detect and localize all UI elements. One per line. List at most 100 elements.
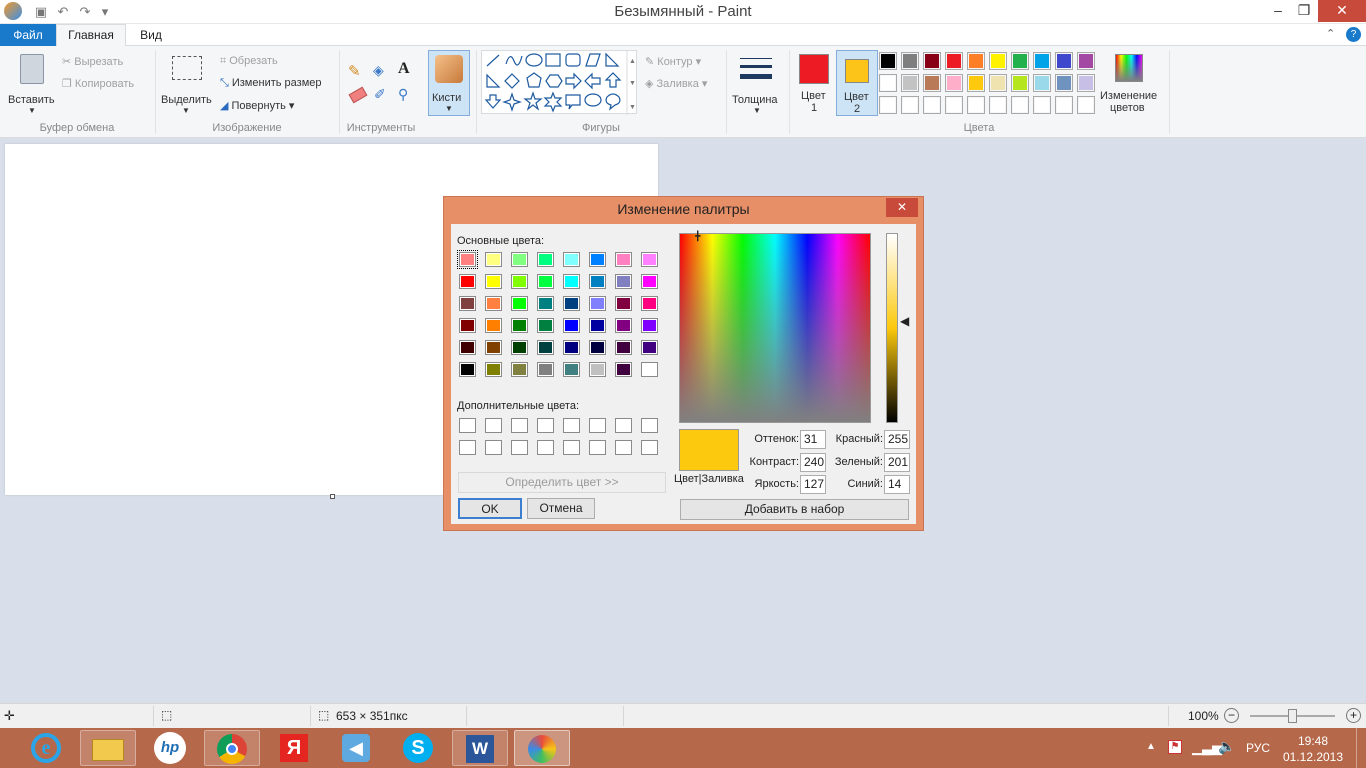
custom-color-swatch[interactable]: [641, 440, 658, 455]
basic-color-swatch[interactable]: [563, 340, 580, 355]
basic-color-swatch[interactable]: [537, 362, 554, 377]
basic-color-swatch[interactable]: [563, 274, 580, 289]
basic-color-swatch[interactable]: [459, 296, 476, 311]
custom-color-swatch[interactable]: [641, 418, 658, 433]
palette-swatch-empty[interactable]: [1077, 96, 1095, 114]
basic-color-swatch[interactable]: [537, 274, 554, 289]
custom-color-swatch[interactable]: [615, 440, 632, 455]
basic-color-swatch[interactable]: [511, 340, 528, 355]
canvas-resize-handle[interactable]: [330, 494, 335, 499]
basic-color-swatch[interactable]: [615, 252, 632, 267]
basic-color-swatch[interactable]: [589, 318, 606, 333]
language-indicator[interactable]: РУС: [1246, 741, 1270, 755]
palette-swatch-empty[interactable]: [1011, 96, 1029, 114]
palette-swatch[interactable]: [967, 74, 985, 92]
zoom-slider-thumb[interactable]: [1288, 709, 1297, 723]
basic-color-swatch[interactable]: [537, 296, 554, 311]
file-explorer-icon[interactable]: [80, 730, 136, 766]
palette-swatch[interactable]: [1033, 74, 1051, 92]
luminosity-arrow-icon[interactable]: ◀: [900, 314, 909, 328]
palette-swatch[interactable]: [879, 52, 897, 70]
palette-swatch[interactable]: [901, 52, 919, 70]
red-field[interactable]: 255: [884, 430, 910, 449]
close-button[interactable]: ✕: [1318, 0, 1366, 22]
custom-color-swatch[interactable]: [485, 418, 502, 433]
blue-field[interactable]: 14: [884, 475, 910, 494]
paste-button[interactable]: Вставить ▼: [8, 50, 56, 118]
brushes-button[interactable]: Кисти ▼: [428, 50, 470, 116]
custom-color-swatch[interactable]: [589, 440, 606, 455]
basic-color-swatch[interactable]: [459, 274, 476, 289]
custom-color-swatch[interactable]: [615, 418, 632, 433]
palette-swatch-empty[interactable]: [901, 96, 919, 114]
select-button[interactable]: Выделить ▼: [160, 50, 214, 118]
clock-time[interactable]: 19:48: [1282, 734, 1344, 748]
custom-color-swatch[interactable]: [563, 418, 580, 433]
basic-color-swatch[interactable]: [485, 296, 502, 311]
basic-color-swatch[interactable]: [641, 340, 658, 355]
resize-button[interactable]: ⤡ Изменить размер: [220, 77, 322, 90]
basic-color-swatch[interactable]: [589, 274, 606, 289]
custom-color-swatch[interactable]: [459, 418, 476, 433]
size-button[interactable]: Толщина ▼: [732, 50, 782, 116]
basic-color-swatch[interactable]: [485, 318, 502, 333]
volume-icon[interactable]: 🔈: [1218, 738, 1235, 755]
show-desktop-button[interactable]: [1356, 728, 1366, 768]
custom-color-swatch[interactable]: [511, 418, 528, 433]
zoom-out-button[interactable]: −: [1224, 708, 1239, 723]
eraser-icon[interactable]: [348, 86, 368, 104]
basic-color-swatch[interactable]: [511, 318, 528, 333]
add-to-custom-button[interactable]: Добавить в набор: [680, 499, 909, 520]
edit-colors-button[interactable]: Изменение цветов: [1100, 50, 1162, 116]
basic-color-swatch[interactable]: [615, 318, 632, 333]
fill-button[interactable]: ◈ Заливка ▾: [645, 77, 707, 90]
palette-swatch-empty[interactable]: [967, 96, 985, 114]
basic-color-swatch[interactable]: [615, 340, 632, 355]
basic-color-swatch[interactable]: [589, 296, 606, 311]
luminosity-slider[interactable]: [886, 233, 898, 423]
basic-color-swatch[interactable]: [457, 250, 478, 269]
outline-button[interactable]: ✎ Контур ▾: [645, 55, 701, 68]
ok-button[interactable]: OK: [458, 498, 522, 519]
custom-color-swatch[interactable]: [511, 440, 528, 455]
action-center-icon[interactable]: ⚑: [1168, 740, 1182, 754]
basic-color-swatch[interactable]: [485, 340, 502, 355]
basic-color-swatch[interactable]: [459, 340, 476, 355]
palette-swatch[interactable]: [923, 74, 941, 92]
zoom-in-button[interactable]: +: [1346, 708, 1361, 723]
clock-date[interactable]: 01.12.2013: [1282, 750, 1344, 764]
sat-field[interactable]: 240: [800, 453, 826, 472]
hue-field[interactable]: 31: [800, 430, 826, 449]
basic-color-swatch[interactable]: [485, 362, 502, 377]
basic-color-swatch[interactable]: [589, 252, 606, 267]
custom-color-swatch[interactable]: [459, 440, 476, 455]
custom-color-swatch[interactable]: [485, 440, 502, 455]
palette-swatch[interactable]: [1033, 52, 1051, 70]
palette-swatch[interactable]: [901, 74, 919, 92]
palette-swatch-empty[interactable]: [1033, 96, 1051, 114]
basic-color-swatch[interactable]: [485, 252, 502, 267]
basic-color-swatch[interactable]: [641, 274, 658, 289]
define-color-button[interactable]: Определить цвет >>: [458, 472, 666, 493]
basic-color-swatch[interactable]: [511, 296, 528, 311]
basic-color-swatch[interactable]: [615, 362, 632, 377]
basic-color-swatch[interactable]: [511, 274, 528, 289]
basic-color-swatch[interactable]: [641, 296, 658, 311]
copy-button[interactable]: ❐ Копировать: [62, 77, 134, 90]
audio-app-icon[interactable]: ◀: [328, 730, 384, 766]
color2-button[interactable]: Цвет 2: [836, 50, 878, 116]
tab-file[interactable]: Файл: [0, 24, 56, 46]
minimize-button[interactable]: –: [1264, 0, 1292, 22]
yandex-icon[interactable]: Я: [266, 730, 322, 766]
palette-swatch[interactable]: [1055, 52, 1073, 70]
palette-swatch-empty[interactable]: [989, 96, 1007, 114]
skype-icon[interactable]: S: [390, 730, 446, 766]
basic-color-swatch[interactable]: [485, 274, 502, 289]
palette-swatch-empty[interactable]: [879, 96, 897, 114]
palette-swatch[interactable]: [989, 74, 1007, 92]
word-icon[interactable]: W: [452, 730, 508, 766]
tab-view[interactable]: Вид: [128, 24, 174, 46]
text-icon[interactable]: A: [398, 60, 410, 78]
palette-swatch-empty[interactable]: [1055, 96, 1073, 114]
basic-color-swatch[interactable]: [563, 296, 580, 311]
